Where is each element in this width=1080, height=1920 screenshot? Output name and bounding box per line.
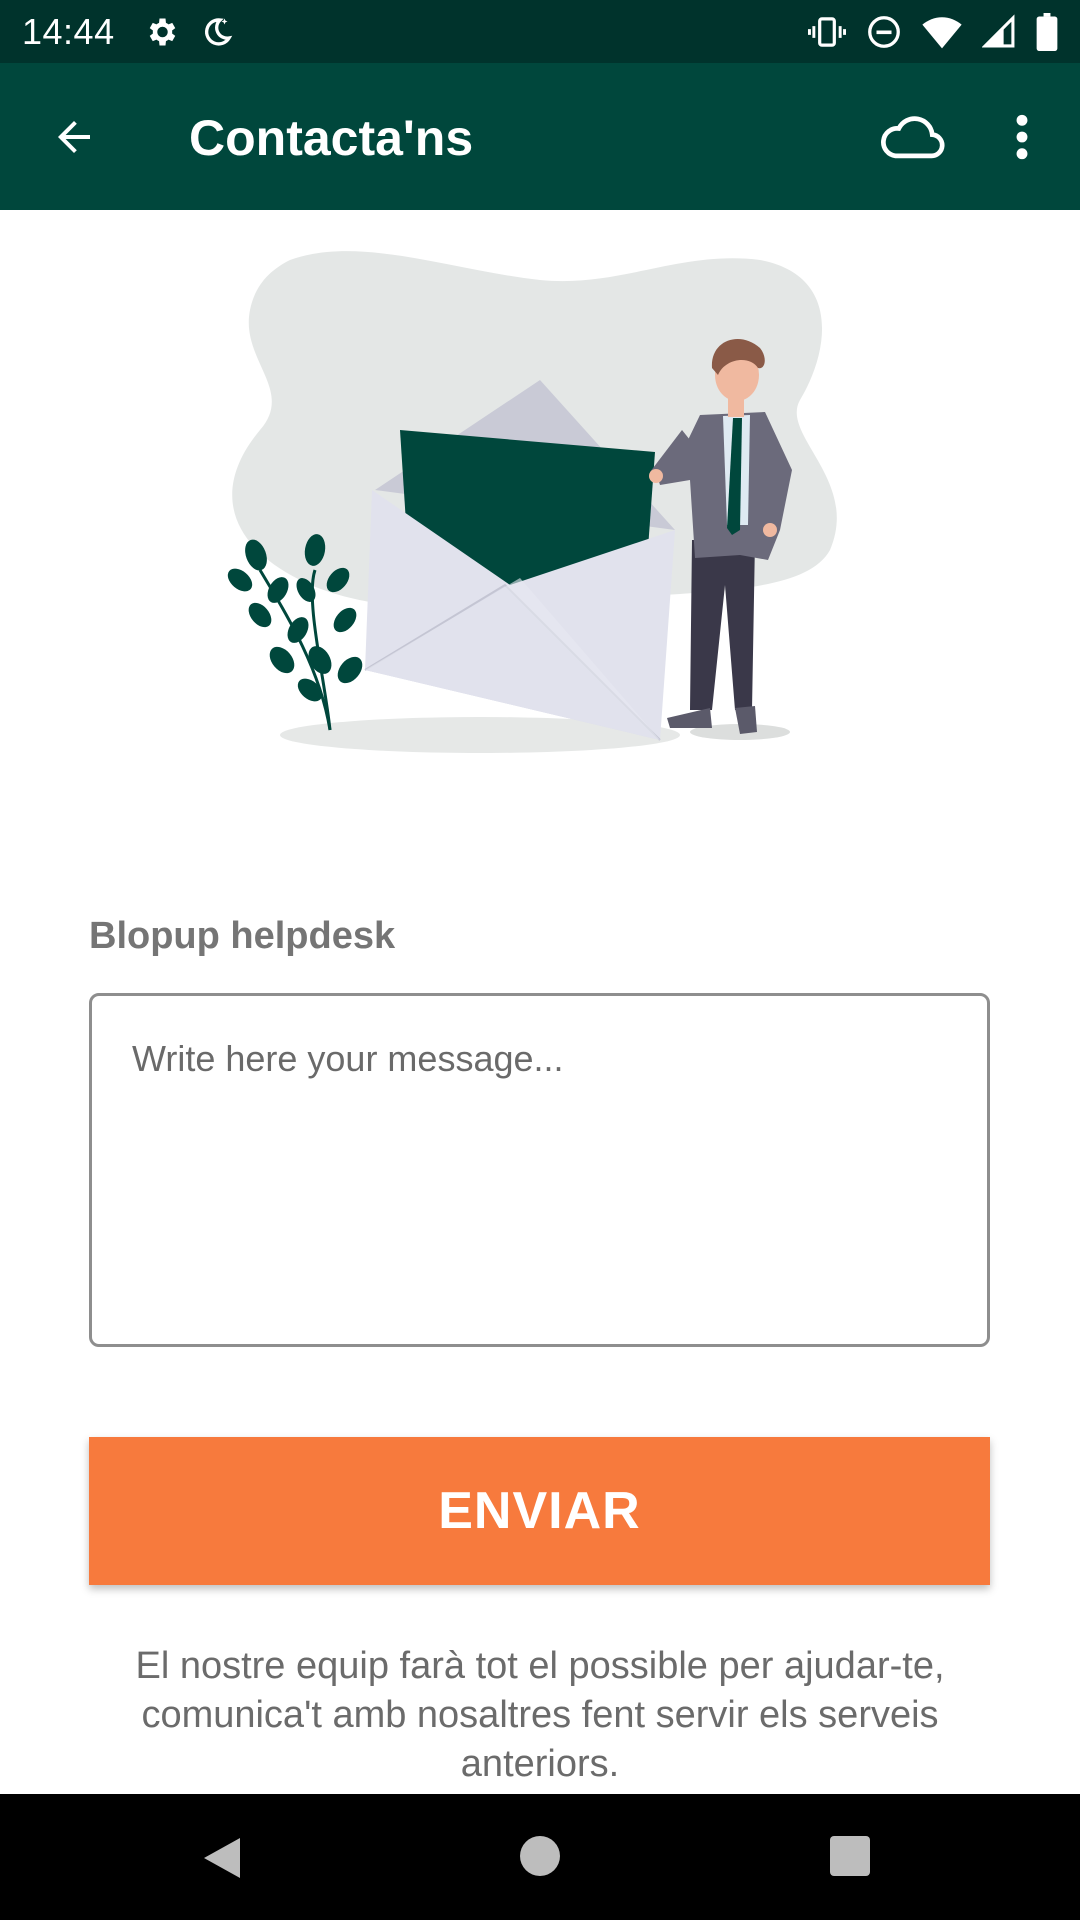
app-bar: Contacta'ns: [0, 63, 1080, 210]
nav-back-icon[interactable]: [200, 1834, 244, 1882]
cloud-button[interactable]: [872, 107, 952, 167]
status-bar: 14:44: [0, 0, 1080, 63]
status-right-icons: [808, 12, 1058, 51]
status-left-icons: [143, 14, 235, 50]
cloud-icon: [881, 116, 945, 159]
send-button[interactable]: ENVIAR: [89, 1437, 990, 1585]
page-title: Contacta'ns: [189, 110, 474, 166]
wifi-icon: [922, 16, 962, 48]
nav-home-icon[interactable]: [518, 1834, 562, 1878]
contact-illustration: [227, 251, 837, 753]
battery-icon: [1036, 12, 1058, 51]
status-time: 14:44: [22, 10, 115, 52]
night-mode-icon: [204, 17, 232, 46]
back-button[interactable]: [42, 107, 106, 167]
message-input[interactable]: [89, 993, 990, 1347]
navigation-bar: [0, 1794, 1080, 1920]
do-not-disturb-icon: [868, 15, 900, 48]
vibrate-icon: [808, 16, 846, 47]
arrow-back-icon: [58, 121, 90, 153]
more-vert-icon: [1016, 114, 1028, 160]
signal-icon: [982, 13, 1015, 47]
more-options-button[interactable]: [1002, 103, 1042, 171]
gear-icon: [149, 18, 175, 45]
nav-recents-icon[interactable]: [830, 1836, 870, 1876]
helpdesk-label: Blopup helpdesk: [89, 915, 396, 957]
info-text: El nostre equip farà tot el possible per…: [135, 1645, 945, 1785]
